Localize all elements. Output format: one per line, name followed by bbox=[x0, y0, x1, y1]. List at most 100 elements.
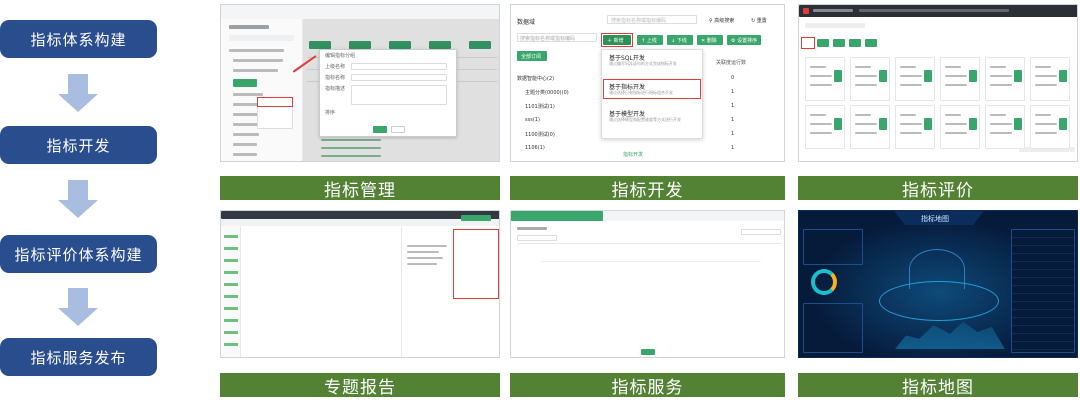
evaluation-card-line bbox=[990, 114, 1006, 116]
flow-arrow-icon bbox=[58, 74, 98, 112]
dialog-title: 编辑指标分组 bbox=[325, 53, 356, 59]
evaluation-card-line bbox=[1035, 114, 1051, 116]
develop-link[interactable]: 指标开发 bbox=[623, 151, 643, 158]
module-title-service: 指标服务 bbox=[510, 373, 785, 398]
evaluation-card-line bbox=[1035, 123, 1057, 125]
evaluation-card-line bbox=[810, 66, 826, 68]
evaluation-card-line bbox=[900, 123, 922, 125]
evaluation-card bbox=[895, 57, 935, 101]
evaluation-card-badge bbox=[924, 70, 932, 82]
tree-item[interactable]: 主题分类(0000)(0) bbox=[525, 89, 569, 96]
cell-value: 1 bbox=[731, 131, 735, 137]
evaluation-card-line bbox=[855, 123, 877, 125]
column-header: 关联度运行数 bbox=[716, 60, 747, 66]
evaluation-card-line bbox=[855, 75, 877, 77]
evaluation-card-badge bbox=[1014, 70, 1022, 82]
screenshot-indicator-evaluate bbox=[798, 4, 1078, 162]
evaluation-card-badge bbox=[1059, 70, 1067, 82]
reset-button[interactable]: ↻ 重置 bbox=[751, 17, 767, 24]
evaluation-card-line bbox=[1035, 66, 1051, 68]
evaluation-card-badge bbox=[1059, 118, 1067, 130]
sort-button[interactable]: ⚙ 设置排序 bbox=[731, 37, 757, 44]
tree-title: 数据域 bbox=[517, 19, 536, 26]
evaluation-card-line bbox=[855, 84, 877, 86]
evaluation-card bbox=[1030, 105, 1070, 149]
evaluation-card bbox=[985, 57, 1025, 101]
evaluation-card-line bbox=[900, 75, 922, 77]
cell-value: 0 bbox=[731, 75, 735, 81]
module-title-map: 指标地图 bbox=[798, 373, 1078, 398]
page-root: 指标体系构建 指标开发 指标评价体系构建 指标服务发布 编辑指标分组 上级名称 … bbox=[0, 0, 1080, 408]
evaluation-card-line bbox=[945, 84, 967, 86]
evaluation-card-badge bbox=[834, 70, 842, 82]
evaluation-card-line bbox=[945, 123, 967, 125]
evaluation-card bbox=[805, 57, 845, 101]
search-input[interactable]: 搜索指标名称或指标编码 bbox=[520, 35, 575, 42]
tree-item[interactable]: sss(1) bbox=[525, 117, 540, 123]
evaluation-card-badge bbox=[924, 118, 932, 130]
module-title-manage: 指标管理 bbox=[220, 176, 500, 201]
flow-arrow-icon bbox=[58, 288, 98, 326]
module-title-develop: 指标开发 bbox=[510, 176, 785, 201]
evaluation-card-line bbox=[810, 84, 832, 86]
dialog-field-label: 排序 bbox=[325, 110, 336, 116]
evaluation-card-line bbox=[990, 66, 1006, 68]
evaluation-card-line bbox=[900, 84, 922, 86]
menu-item-desc: 通过选择模型和配置维度等方式进行开发 bbox=[609, 117, 681, 122]
evaluation-card-line bbox=[1035, 84, 1057, 86]
evaluation-card bbox=[1030, 57, 1070, 101]
evaluation-card-line bbox=[990, 123, 1012, 125]
cell-value: 1 bbox=[731, 145, 735, 151]
sort-label: 设置排序 bbox=[737, 38, 758, 44]
evaluation-card-badge bbox=[1014, 118, 1022, 130]
flow-step-3: 指标评价体系构建 bbox=[0, 235, 157, 273]
online-label: 上线 bbox=[646, 38, 657, 44]
menu-item-desc: 通过编写SQL语句的方式完成指标开发 bbox=[609, 61, 677, 66]
evaluation-card-line bbox=[810, 75, 832, 77]
evaluation-card-badge bbox=[879, 70, 887, 82]
evaluation-card-badge bbox=[969, 118, 977, 130]
tree-item[interactable]: 1106(1) bbox=[525, 145, 545, 151]
online-button[interactable]: ↑ 上线 bbox=[641, 37, 657, 44]
module-title-evaluate: 指标评价 bbox=[798, 176, 1078, 201]
cell-value: 1 bbox=[731, 89, 735, 95]
evaluation-card bbox=[985, 105, 1025, 149]
evaluation-card-line bbox=[990, 132, 1012, 134]
evaluation-card-line bbox=[900, 114, 916, 116]
screenshot-indicator-management: 编辑指标分组 上级名称 指标名称 指标描述 排序 bbox=[220, 4, 500, 162]
flow-step-4: 指标服务发布 bbox=[0, 338, 157, 376]
screenshot-indicator-develop: 数据域 搜索指标名称或指标编码 全部订阅 搜索指标名称或指标编码 ⚲ 高级搜索 … bbox=[510, 4, 785, 162]
module-title-report: 专题报告 bbox=[220, 373, 500, 398]
tree-item[interactable]: 1100测试(0) bbox=[525, 131, 555, 138]
flow-step-2: 指标开发 bbox=[0, 126, 157, 164]
evaluation-card-badge bbox=[834, 118, 842, 130]
advanced-search-link[interactable]: ⚲ 高级搜索 bbox=[709, 17, 734, 24]
evaluation-card-line bbox=[945, 75, 967, 77]
evaluation-card bbox=[940, 57, 980, 101]
tree-item[interactable]: 1101测试(1) bbox=[525, 103, 555, 110]
offline-button[interactable]: ↓ 下线 bbox=[671, 37, 687, 44]
evaluation-card-line bbox=[945, 114, 961, 116]
delete-button[interactable]: ✕ 删除 bbox=[701, 37, 717, 44]
evaluation-card bbox=[940, 105, 980, 149]
evaluation-card-line bbox=[810, 114, 826, 116]
evaluation-card-line bbox=[945, 132, 967, 134]
evaluation-card-line bbox=[900, 66, 916, 68]
cell-value: 1 bbox=[731, 117, 735, 123]
screenshot-indicator-service bbox=[510, 210, 785, 358]
subscribe-all-button[interactable]: 全部订阅 bbox=[521, 53, 541, 60]
evaluation-card-line bbox=[945, 66, 961, 68]
delete-label: 删除 bbox=[706, 38, 717, 44]
tree-item[interactable]: 数据智能中心(2) bbox=[517, 75, 554, 82]
dialog-field-label: 指标描述 bbox=[325, 86, 346, 92]
offline-label: 下线 bbox=[676, 38, 687, 44]
evaluation-card bbox=[850, 105, 890, 149]
evaluation-card-line bbox=[855, 132, 877, 134]
evaluation-card-line bbox=[1035, 132, 1057, 134]
evaluation-card bbox=[895, 105, 935, 149]
top-search-input[interactable]: 搜索指标名称或指标编码 bbox=[611, 17, 666, 24]
cell-value: 1 bbox=[731, 103, 735, 109]
map-title: 指标地图 bbox=[921, 215, 949, 223]
flow-step-1: 指标体系构建 bbox=[0, 20, 157, 58]
evaluation-card-line bbox=[810, 132, 832, 134]
